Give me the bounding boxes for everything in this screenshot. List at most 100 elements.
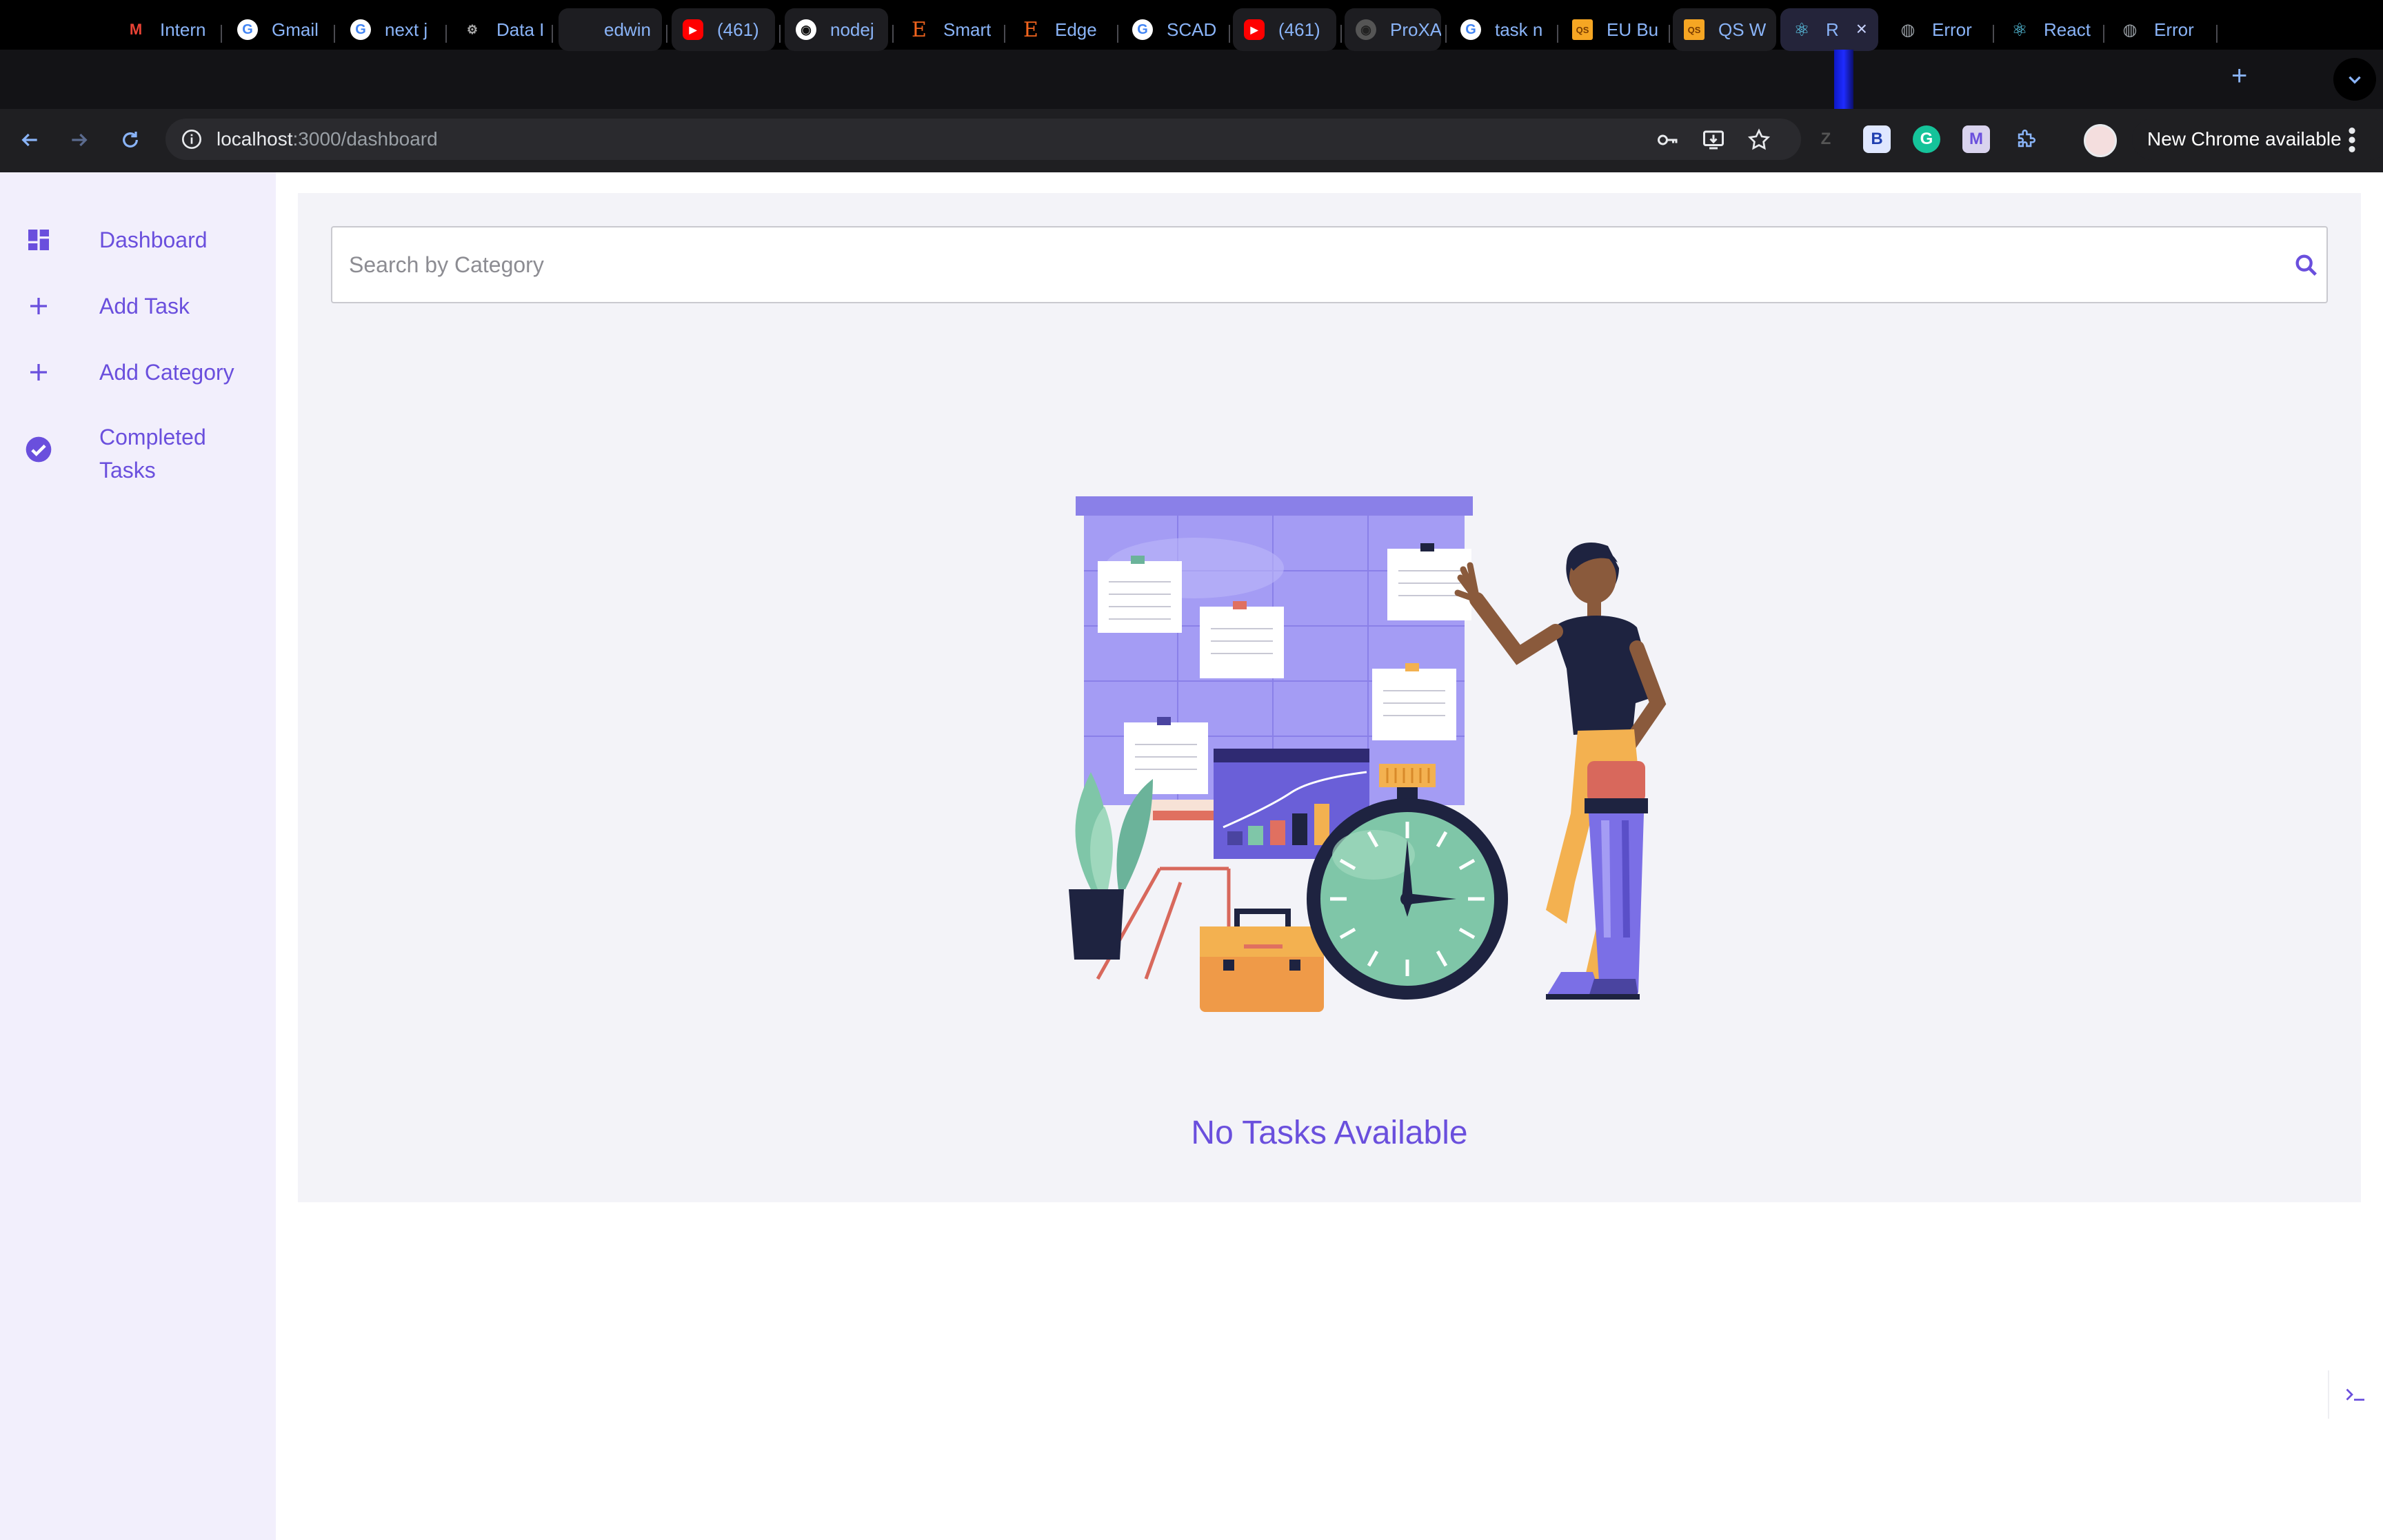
github-icon: ◉	[1356, 19, 1376, 40]
grammarly-icon[interactable]: G	[1913, 125, 1940, 153]
browser-tab[interactable]: ⚛ React	[1998, 8, 2099, 51]
sidebar: Dashboard Add Task Add Category Complete…	[0, 172, 276, 1540]
search-button[interactable]	[2291, 250, 2322, 281]
tab-separator	[1993, 25, 1994, 43]
sidebar-item-completed-tasks[interactable]: Completed Tasks	[0, 421, 276, 489]
profile-avatar[interactable]	[2084, 124, 2117, 157]
sidebar-item-add-task[interactable]: Add Task	[0, 288, 276, 324]
tab-search-button[interactable]	[2333, 58, 2376, 101]
browser-tab[interactable]: ⚙ Data I	[451, 8, 547, 51]
extension-book-icon[interactable]: B	[1863, 125, 1891, 153]
google-icon: G	[237, 19, 258, 40]
browser-tab[interactable]: QS QS W	[1673, 8, 1776, 51]
extension-mail-icon[interactable]: M	[1962, 125, 1990, 153]
browser-tab[interactable]: M Intern	[114, 8, 217, 51]
qs-icon: QS	[1684, 19, 1705, 40]
tab-separator	[2216, 25, 2218, 43]
browser-tab[interactable]: ◍ Error	[2109, 8, 2212, 51]
etsy-icon: E	[912, 17, 927, 42]
browser-tab[interactable]: edwin	[559, 8, 662, 51]
devtools-toggle[interactable]	[2328, 1370, 2383, 1419]
browser-tab[interactable]: E Edge	[1009, 8, 1113, 51]
search-bar	[331, 226, 2328, 303]
google-icon: G	[350, 19, 371, 40]
empty-state-illustration	[1069, 496, 1667, 1012]
terminal-icon	[2346, 1388, 2364, 1401]
browser-tab[interactable]: ◍ Error	[1887, 8, 1990, 51]
browser-tab[interactable]: E Smart	[898, 8, 1001, 51]
install-app-button[interactable]	[1700, 127, 1727, 153]
new-tab-button[interactable]: +	[2231, 62, 2247, 90]
tab-separator	[221, 25, 222, 43]
main-content: No Tasks Available	[298, 193, 2361, 1202]
settings-icon: ⚙	[466, 22, 479, 37]
browser-tab[interactable]: ◉ nodej	[785, 8, 888, 51]
reload-button[interactable]	[114, 124, 146, 156]
extensions-puzzle-icon[interactable]	[2012, 125, 2040, 153]
bookmark-button[interactable]	[1746, 127, 1772, 153]
browser-tab[interactable]: QS EU Bu	[1561, 8, 1665, 51]
tab-separator	[1004, 25, 1005, 43]
tab-separator	[892, 25, 894, 43]
check-circle-icon	[23, 434, 54, 465]
tab-separator	[1557, 25, 1558, 43]
browser-tab[interactable]: ▶ (461)	[672, 8, 775, 51]
tab-strip	[0, 50, 2383, 109]
tab-close-icon[interactable]: ×	[1856, 18, 1867, 40]
address-bar[interactable]: localhost:3000/dashboard	[165, 119, 1801, 160]
browser-tab[interactable]: G task n	[1449, 8, 1553, 51]
tab-separator	[445, 25, 447, 43]
sidebar-item-label: Completed Tasks	[99, 425, 206, 483]
reload-icon	[123, 132, 138, 148]
github-icon: ◉	[796, 19, 816, 40]
sidebar-item-add-category[interactable]: Add Category	[0, 354, 276, 390]
search-icon	[2295, 254, 2317, 276]
chevron-down-icon	[2349, 76, 2361, 84]
tab-separator	[1669, 25, 1670, 43]
sticky-note	[1098, 556, 1182, 633]
google-icon: G	[1460, 19, 1481, 40]
browser-tab[interactable]: ◉ ProXA	[1345, 8, 1441, 51]
browser-tab[interactable]: ▶ (461)	[1233, 8, 1336, 51]
tab-separator	[2103, 25, 2104, 43]
sidebar-item-label: Add Category	[99, 360, 234, 385]
empty-state-message: No Tasks Available	[1191, 1115, 1468, 1151]
url-text[interactable]: localhost:3000/dashboard	[217, 128, 438, 150]
blank-icon	[570, 19, 590, 40]
dashboard-icon	[23, 225, 54, 255]
forward-button[interactable]	[63, 124, 95, 156]
star-icon	[1747, 128, 1771, 150]
google-icon: G	[1132, 19, 1153, 40]
gmail-icon: M	[129, 21, 143, 38]
globe-icon: ◍	[1900, 20, 1916, 39]
search-input[interactable]	[349, 227, 2252, 302]
back-button[interactable]	[14, 124, 46, 156]
etsy-icon: E	[1023, 17, 1038, 42]
url-host: localhost	[217, 128, 293, 150]
react-icon: ⚛	[1793, 19, 1810, 40]
password-key-button[interactable]	[1655, 127, 1681, 153]
youtube-icon: ▶	[683, 19, 703, 40]
info-icon[interactable]	[181, 128, 203, 150]
browser-tab[interactable]: G next j	[339, 8, 443, 51]
url-path: :3000/dashboard	[292, 128, 438, 150]
browser-tab[interactable]: G Gmail	[226, 8, 331, 51]
globe-icon: ◍	[2122, 20, 2138, 39]
react-icon: ⚛	[2011, 19, 2028, 40]
tab-separator	[1229, 25, 1230, 43]
tab-separator	[1117, 25, 1118, 43]
key-icon	[1658, 134, 1678, 145]
arrow-left-icon	[21, 133, 37, 147]
sidebar-item-label: Dashboard	[99, 227, 208, 252]
youtube-icon: ▶	[1244, 19, 1265, 40]
sidebar-item-dashboard[interactable]: Dashboard	[0, 222, 276, 258]
chrome-update-label: New Chrome available	[2147, 128, 2342, 150]
tab-separator	[666, 25, 667, 43]
browser-tab[interactable]: G SCAD	[1121, 8, 1226, 51]
extension-z-icon[interactable]: Z	[1812, 125, 1840, 153]
install-icon	[1703, 130, 1724, 150]
tab-separator	[334, 25, 335, 43]
browser-tab-active[interactable]: ⚛ R ×	[1780, 8, 1878, 51]
kebab-menu-icon[interactable]	[2342, 124, 2362, 156]
qs-icon: QS	[1572, 19, 1593, 40]
